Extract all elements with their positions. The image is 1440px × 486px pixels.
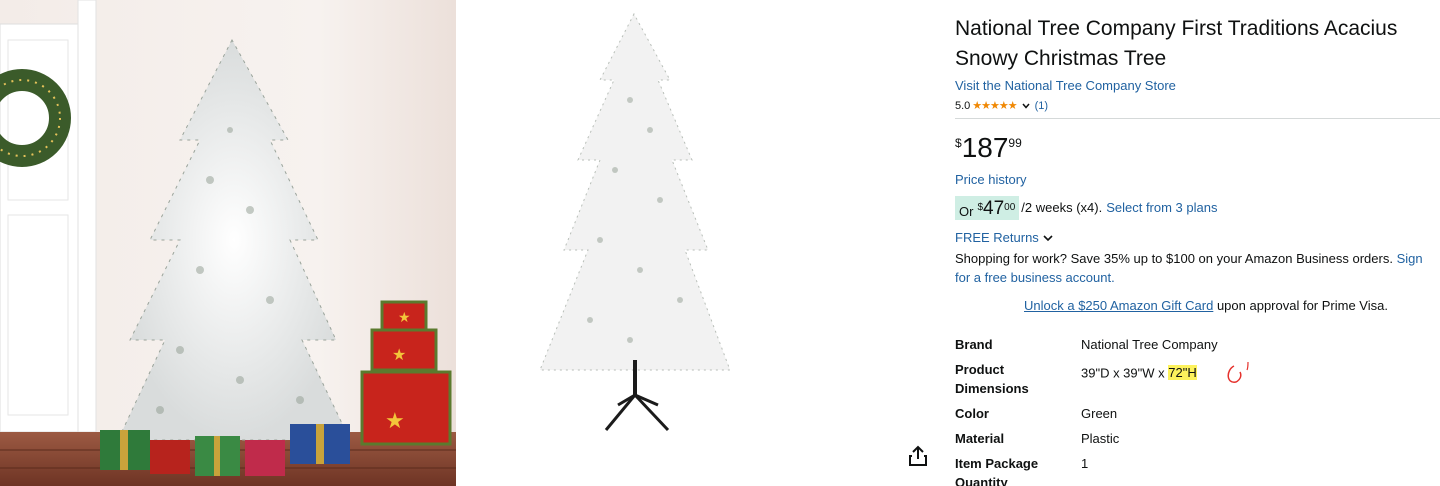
spec-label: Brand [955,337,993,352]
spec-label: Material [955,431,1005,446]
spec-row-brand: Brand National Tree Company [955,335,1440,354]
spec-row-dimensions: Product Dimensions 39"D x 39"W x 72"H [955,360,1440,398]
price: $ 187 99 [955,133,1440,163]
installment-badge: Or $ 47 00 [955,196,1020,220]
svg-text:★: ★ [385,409,405,434]
share-icon[interactable] [908,445,928,467]
spec-label: Product Dimensions [955,362,1029,396]
product-image[interactable] [520,0,760,440]
installment-or: Or [959,204,974,219]
price-fraction: 99 [1008,136,1022,150]
spec-value: 39"D x 39"W x 72"H [1081,360,1440,398]
price-history-link[interactable]: Price history [955,171,1440,189]
annotation-scribble [1227,361,1249,383]
rating-row: 5.0 ★★★★★ (1) [955,97,1440,115]
lifestyle-photo[interactable]: ★ ★ ★ [0,0,456,486]
spec-row-color: Color Green [955,404,1440,423]
specs-table: Brand National Tree Company Product Dime… [955,335,1440,486]
spec-value: Green [1081,406,1118,421]
product-title: National Tree Company First Traditions A… [955,17,1398,70]
select-plans-link[interactable]: Select from 3 plans [1106,199,1217,217]
chevron-down-icon[interactable] [1022,102,1030,110]
installment-row: Or $ 47 00 /2 weeks (x4). Select from 3 … [955,195,1440,221]
spec-row-material: Material Plastic [955,429,1440,448]
spec-value: National Tree Company [1081,337,1218,352]
dimensions-value: 39"D x 39"W x [1081,365,1169,381]
business-offer-text: Shopping for work? Save 35% up to $100 o… [955,251,1393,266]
installment-fraction: 00 [1004,202,1016,213]
chevron-down-icon [1043,235,1053,242]
price-whole: 187 [961,132,1009,163]
rating-value: 5.0 [955,100,971,112]
spec-label: Item Package Quantity [955,456,1039,486]
price-symbol: $ [955,136,962,150]
star-rating[interactable]: ★★★★★ [972,98,1017,114]
product-details: National Tree Company First Traditions A… [955,14,1440,486]
dimensions-height-highlight: 72"H [1168,365,1197,381]
installment-terms: /2 weeks (x4). [1021,200,1103,215]
free-returns[interactable]: FREE Returns [955,229,1440,247]
store-link[interactable]: Visit the National Tree Company Store [955,77,1440,95]
business-offer: Shopping for work? Save 35% up to $100 o… [955,249,1440,287]
spec-label: Color [955,406,989,421]
installment-whole: 47 [983,198,1005,219]
spec-value: Plastic [1081,431,1120,446]
review-count-link[interactable]: (1) [1035,98,1048,114]
gift-card-link[interactable]: Unlock a $250 Amazon Gift Card [1024,298,1213,313]
free-returns-label: FREE Returns [955,230,1039,245]
svg-text:★: ★ [392,345,406,364]
svg-text:★: ★ [398,310,411,326]
spec-row-package-quantity: Item Package Quantity 1 [955,454,1440,486]
gift-card-text: upon approval for Prime Visa. [1216,298,1388,313]
gift-card-offer: Unlock a $250 Amazon Gift Card upon appr… [955,297,1440,315]
spec-value: 1 [1081,456,1089,471]
divider [955,118,1440,119]
